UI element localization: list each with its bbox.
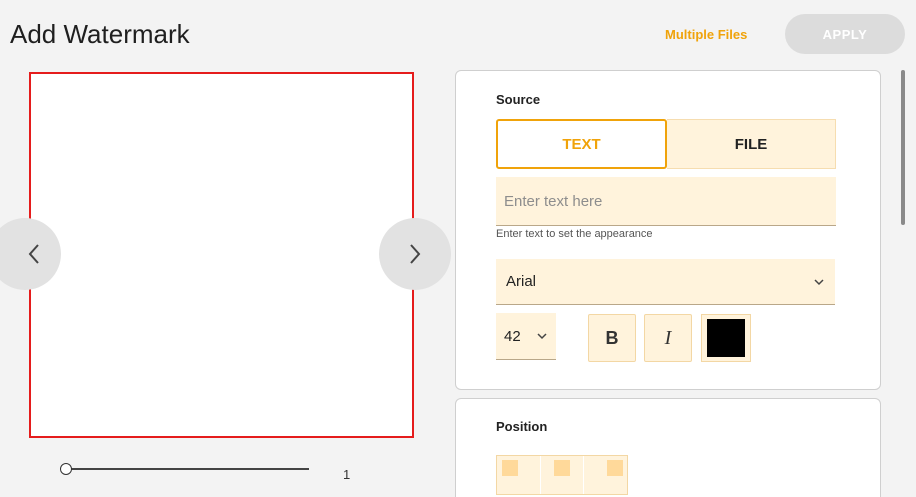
page-count: 1 [343,467,351,482]
chevron-down-icon [537,333,547,340]
position-marker [502,460,518,476]
italic-button[interactable]: I [644,314,692,362]
source-panel: Source TEXT FILE Enter text to set the a… [455,70,881,390]
color-picker-button[interactable] [701,314,751,362]
position-panel: Position [455,398,881,497]
chevron-left-icon [28,244,39,264]
page-title: Add Watermark [10,19,190,49]
page-slider[interactable] [60,462,310,476]
scrollbar[interactable] [901,70,905,225]
position-marker [553,460,570,476]
font-size-value: 42 [504,327,521,345]
next-page-button[interactable] [379,218,451,290]
page-preview [29,72,414,438]
source-toggle: TEXT FILE [496,119,836,169]
font-select[interactable]: Arial [496,259,835,305]
font-value: Arial [506,273,537,290]
position-top-center[interactable] [541,456,585,494]
text-helper: Enter text to set the appearance [496,228,653,240]
watermark-text-input[interactable] [496,177,836,226]
multiple-files-link[interactable]: Multiple Files [665,27,747,42]
slider-thumb[interactable] [60,463,72,475]
position-top-left[interactable] [497,456,541,494]
chevron-down-icon [814,278,824,285]
bold-button[interactable]: B [588,314,636,362]
slider-track [65,468,309,470]
chevron-right-icon [410,244,421,264]
position-marker [607,460,624,476]
tab-text[interactable]: TEXT [496,119,667,169]
position-label: Position [496,419,548,434]
font-size-select[interactable]: 42 [496,313,556,360]
apply-button[interactable]: APPLY [785,14,905,54]
position-top-right[interactable] [584,456,627,494]
tab-file[interactable]: FILE [667,119,836,169]
source-label: Source [496,92,541,107]
position-grid [496,455,628,495]
color-swatch [707,319,745,357]
